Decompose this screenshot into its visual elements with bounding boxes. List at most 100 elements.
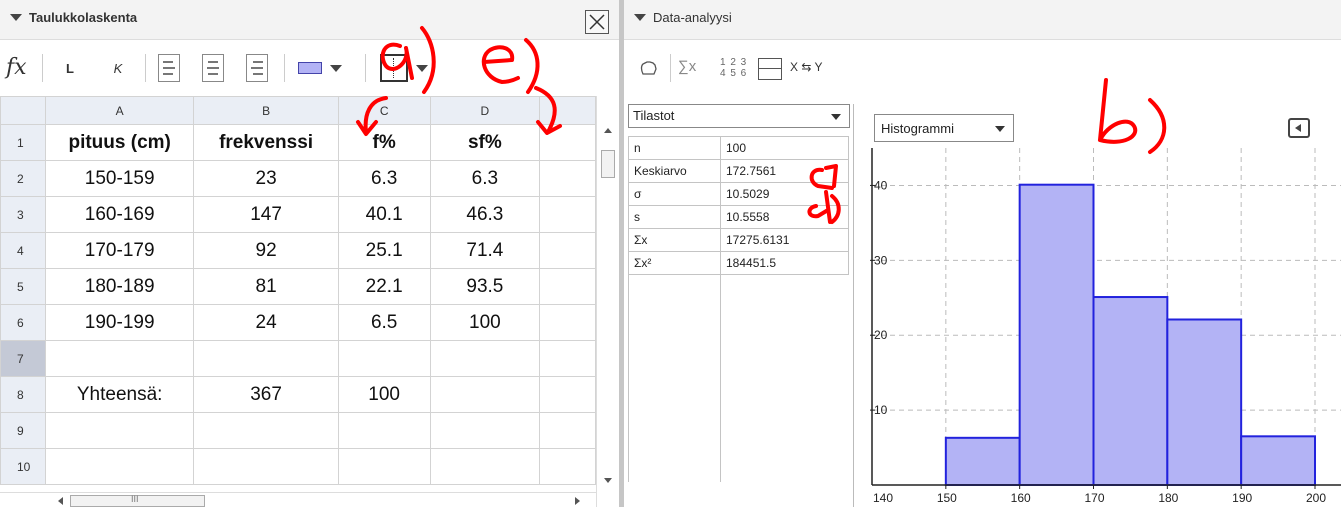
column-header[interactable]: D — [429, 96, 541, 125]
table-cell-empty[interactable] — [539, 160, 596, 197]
row-header[interactable]: 7 — [0, 340, 46, 377]
table-cell[interactable]: 6.5 — [337, 304, 431, 341]
stat-row-empty — [628, 435, 849, 459]
border-style-button[interactable] — [380, 54, 428, 82]
table-cell[interactable] — [337, 448, 431, 485]
table-cell[interactable]: 160-169 — [44, 196, 195, 233]
table-cell-empty[interactable] — [539, 448, 596, 485]
vertical-scrollbar[interactable] — [596, 96, 619, 507]
collapse-triangle-icon[interactable] — [634, 14, 646, 21]
table-cell[interactable]: 81 — [193, 268, 339, 305]
horizontal-scrollbar[interactable]: III — [0, 492, 596, 507]
table-cell[interactable] — [337, 412, 431, 449]
spreadsheet-title: Taulukkolaskenta — [29, 10, 138, 25]
scroll-right-icon[interactable] — [575, 497, 580, 505]
table-cell-empty[interactable] — [539, 304, 596, 341]
table-cell[interactable] — [429, 376, 541, 413]
table-cell[interactable]: 23 — [193, 160, 339, 197]
chart-type-dropdown[interactable]: Histogrammi — [874, 114, 1014, 142]
table-row: 10 — [0, 448, 596, 485]
statistics-dropdown[interactable]: Tilastot — [628, 104, 850, 128]
row-header[interactable]: 2 — [0, 160, 46, 197]
scroll-down-icon[interactable] — [604, 478, 612, 483]
table-cell[interactable]: 24 — [193, 304, 339, 341]
table-cell[interactable]: f% — [337, 124, 431, 161]
table-cell[interactable] — [193, 448, 339, 485]
table-cell-empty[interactable] — [539, 268, 596, 305]
scroll-thumb[interactable] — [601, 150, 615, 178]
table-cell[interactable] — [337, 340, 431, 377]
scroll-left-icon[interactable] — [58, 497, 63, 505]
table-cell-empty[interactable] — [539, 412, 596, 449]
table-cell[interactable]: pituus (cm) — [44, 124, 195, 161]
stat-key — [628, 435, 721, 459]
table-cell[interactable] — [429, 448, 541, 485]
table-cell[interactable]: 170-179 — [44, 232, 195, 269]
table-cell[interactable] — [429, 412, 541, 449]
table-cell[interactable]: 180-189 — [44, 268, 195, 305]
histogram-bar — [1092, 296, 1169, 486]
scroll-up-icon[interactable] — [604, 128, 612, 133]
table-cell[interactable] — [44, 412, 195, 449]
row-header[interactable]: 6 — [0, 304, 46, 341]
table-cell[interactable]: 100 — [429, 304, 541, 341]
table-cell-empty[interactable] — [539, 376, 596, 413]
table-cell[interactable]: 6.3 — [429, 160, 541, 197]
row-header[interactable]: 3 — [0, 196, 46, 233]
stat-row: σ 10.5029 — [628, 182, 849, 206]
table-cell-empty[interactable] — [539, 196, 596, 233]
table-cell[interactable]: 22.1 — [337, 268, 431, 305]
table-cell[interactable]: 25.1 — [337, 232, 431, 269]
table-cell[interactable]: 150-159 — [44, 160, 195, 197]
collapse-triangle-icon[interactable] — [10, 14, 22, 21]
toggle-options-button[interactable] — [1288, 118, 1310, 138]
table-cell[interactable]: 93.5 — [429, 268, 541, 305]
column-header[interactable]: B — [193, 96, 339, 125]
table-cell[interactable] — [44, 448, 195, 485]
fx-icon[interactable]: fx — [6, 55, 27, 80]
table-cell[interactable]: 6.3 — [337, 160, 431, 197]
align-center-button[interactable] — [202, 54, 224, 82]
swap-xy-button[interactable]: X ⇆ Y — [790, 60, 823, 74]
table-cell[interactable]: Yhteensä: — [44, 376, 195, 413]
italic-button[interactable]: K — [108, 54, 128, 82]
table-cell[interactable]: 92 — [193, 232, 339, 269]
table-cell[interactable] — [44, 340, 195, 377]
table-cell[interactable]: 46.3 — [429, 196, 541, 233]
column-header[interactable]: C — [337, 96, 431, 125]
stat-key — [628, 274, 721, 298]
scroll-thumb[interactable]: III — [70, 494, 205, 507]
background-color-button[interactable] — [298, 54, 342, 82]
table-cell[interactable]: 367 — [193, 376, 339, 413]
table-cell[interactable] — [429, 340, 541, 377]
row-header[interactable]: 9 — [0, 412, 46, 449]
table-cell[interactable]: 190-199 — [44, 304, 195, 341]
hand-icon[interactable] — [638, 58, 660, 80]
column-header[interactable]: A — [44, 96, 195, 125]
table-cell[interactable]: 147 — [193, 196, 339, 233]
table-cell-empty[interactable] — [539, 124, 596, 161]
align-right-button[interactable] — [246, 54, 268, 82]
table-cell[interactable]: sf% — [429, 124, 541, 161]
rows-icon[interactable] — [758, 58, 782, 80]
corner-cell[interactable] — [0, 96, 46, 125]
bold-button[interactable]: L — [60, 54, 80, 82]
row-header[interactable]: 10 — [0, 448, 46, 485]
row-header[interactable]: 1 — [0, 124, 46, 161]
table-cell-empty[interactable] — [539, 340, 596, 377]
table-cell[interactable]: 100 — [337, 376, 431, 413]
data-analysis-panel: Data-analyysi ∑x 1 2 3 4 5 6 X ⇆ Y Tilas… — [624, 0, 1341, 507]
table-cell-empty[interactable] — [539, 232, 596, 269]
table-cell[interactable]: 40.1 — [337, 196, 431, 233]
row-header[interactable]: 4 — [0, 232, 46, 269]
table-cell[interactable]: frekvenssi — [193, 124, 339, 161]
statistics-sigma-button[interactable]: ∑x — [678, 58, 696, 75]
data-table-icon[interactable]: 1 2 3 4 5 6 — [720, 57, 747, 79]
align-left-button[interactable] — [158, 54, 180, 82]
table-cell[interactable] — [193, 340, 339, 377]
row-header[interactable]: 5 — [0, 268, 46, 305]
table-cell[interactable]: 71.4 — [429, 232, 541, 269]
row-header[interactable]: 8 — [0, 376, 46, 413]
close-panel-button[interactable] — [585, 10, 609, 34]
table-cell[interactable] — [193, 412, 339, 449]
